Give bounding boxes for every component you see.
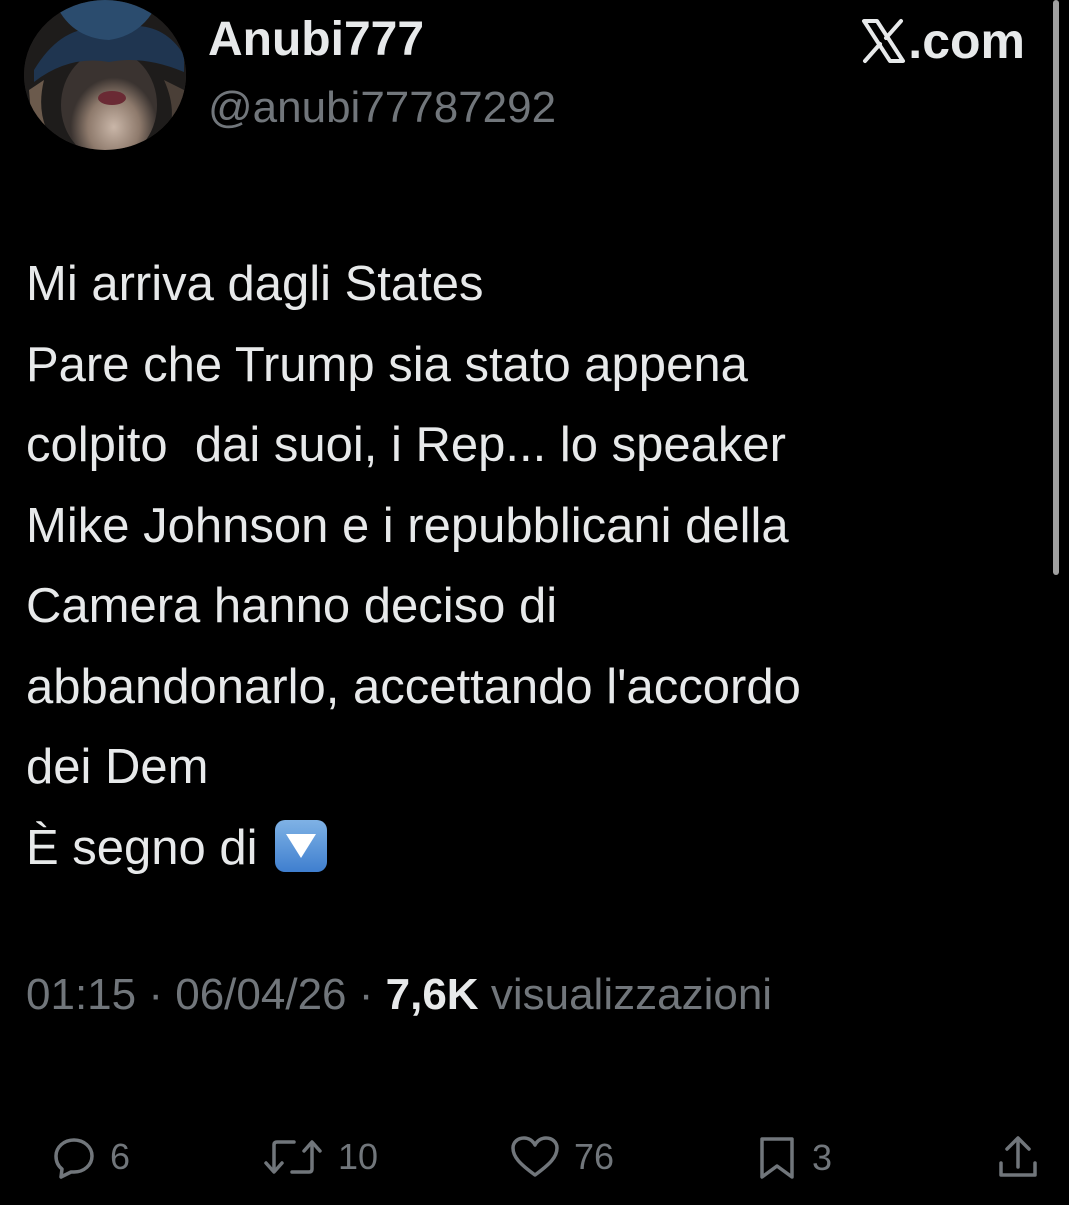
scrollbar[interactable]	[1053, 0, 1059, 575]
heart-icon	[511, 1136, 559, 1177]
tweet-line: Pare che Trump sia stato appena	[26, 337, 748, 392]
author-avatar[interactable]	[24, 0, 186, 150]
tweet-time[interactable]: 01:15	[26, 970, 136, 1019]
like-count: 76	[574, 1136, 615, 1177]
bookmark-icon	[760, 1137, 794, 1179]
tweet-date[interactable]: 06/04/26	[175, 970, 346, 1019]
tweet-line: abbandonarlo, accettando l'accordo	[26, 659, 801, 714]
arrow-down-button-emoji-icon	[275, 819, 328, 872]
views-count: 7,6K	[385, 970, 479, 1019]
tweet-line: Mike Johnson e i repubblicani della	[26, 498, 789, 553]
share-button[interactable]	[996, 1135, 1040, 1181]
meta-separator: ·	[148, 970, 163, 1019]
source-label: .com	[908, 13, 1025, 69]
repost-button[interactable]: 10	[262, 1135, 378, 1179]
author-handle[interactable]: @anubi77787292	[208, 82, 556, 134]
author-display-name[interactable]: Anubi777	[208, 14, 424, 66]
tweet-line: Mi arriva dagli States	[26, 257, 484, 311]
views-label: visualizzazioni	[490, 970, 773, 1019]
meta-separator: ·	[358, 970, 374, 1019]
bookmark-count: 3	[812, 1137, 833, 1178]
bookmark-button[interactable]: 3	[756, 1135, 832, 1181]
source-x-com: .com	[860, 14, 1025, 68]
share-icon	[999, 1136, 1037, 1177]
tweet-meta: 01:15 · 06/04/26 · 7,6K visualizzazioni	[26, 965, 772, 1025]
action-bar: 6 10 76 3	[0, 1135, 1069, 1205]
tweet-text: Mi arriva dagli States Pare che Trump si…	[26, 244, 1026, 888]
tweet-line: Camera hanno deciso di	[26, 579, 558, 633]
tweet-line: dei Dem	[26, 740, 209, 794]
x-logo-icon	[860, 18, 906, 64]
reply-icon	[54, 1138, 94, 1179]
reply-count: 6	[110, 1136, 131, 1177]
reply-button[interactable]: 6	[52, 1135, 130, 1179]
tweet-line: colpito dai suoi, i Rep... lo speaker	[26, 418, 786, 472]
tweet-line-text: È segno di	[26, 820, 258, 875]
like-button[interactable]: 76	[510, 1135, 614, 1179]
repost-icon	[264, 1140, 322, 1174]
repost-count: 10	[338, 1136, 379, 1177]
tweet-line-last: È segno di	[26, 808, 1026, 889]
